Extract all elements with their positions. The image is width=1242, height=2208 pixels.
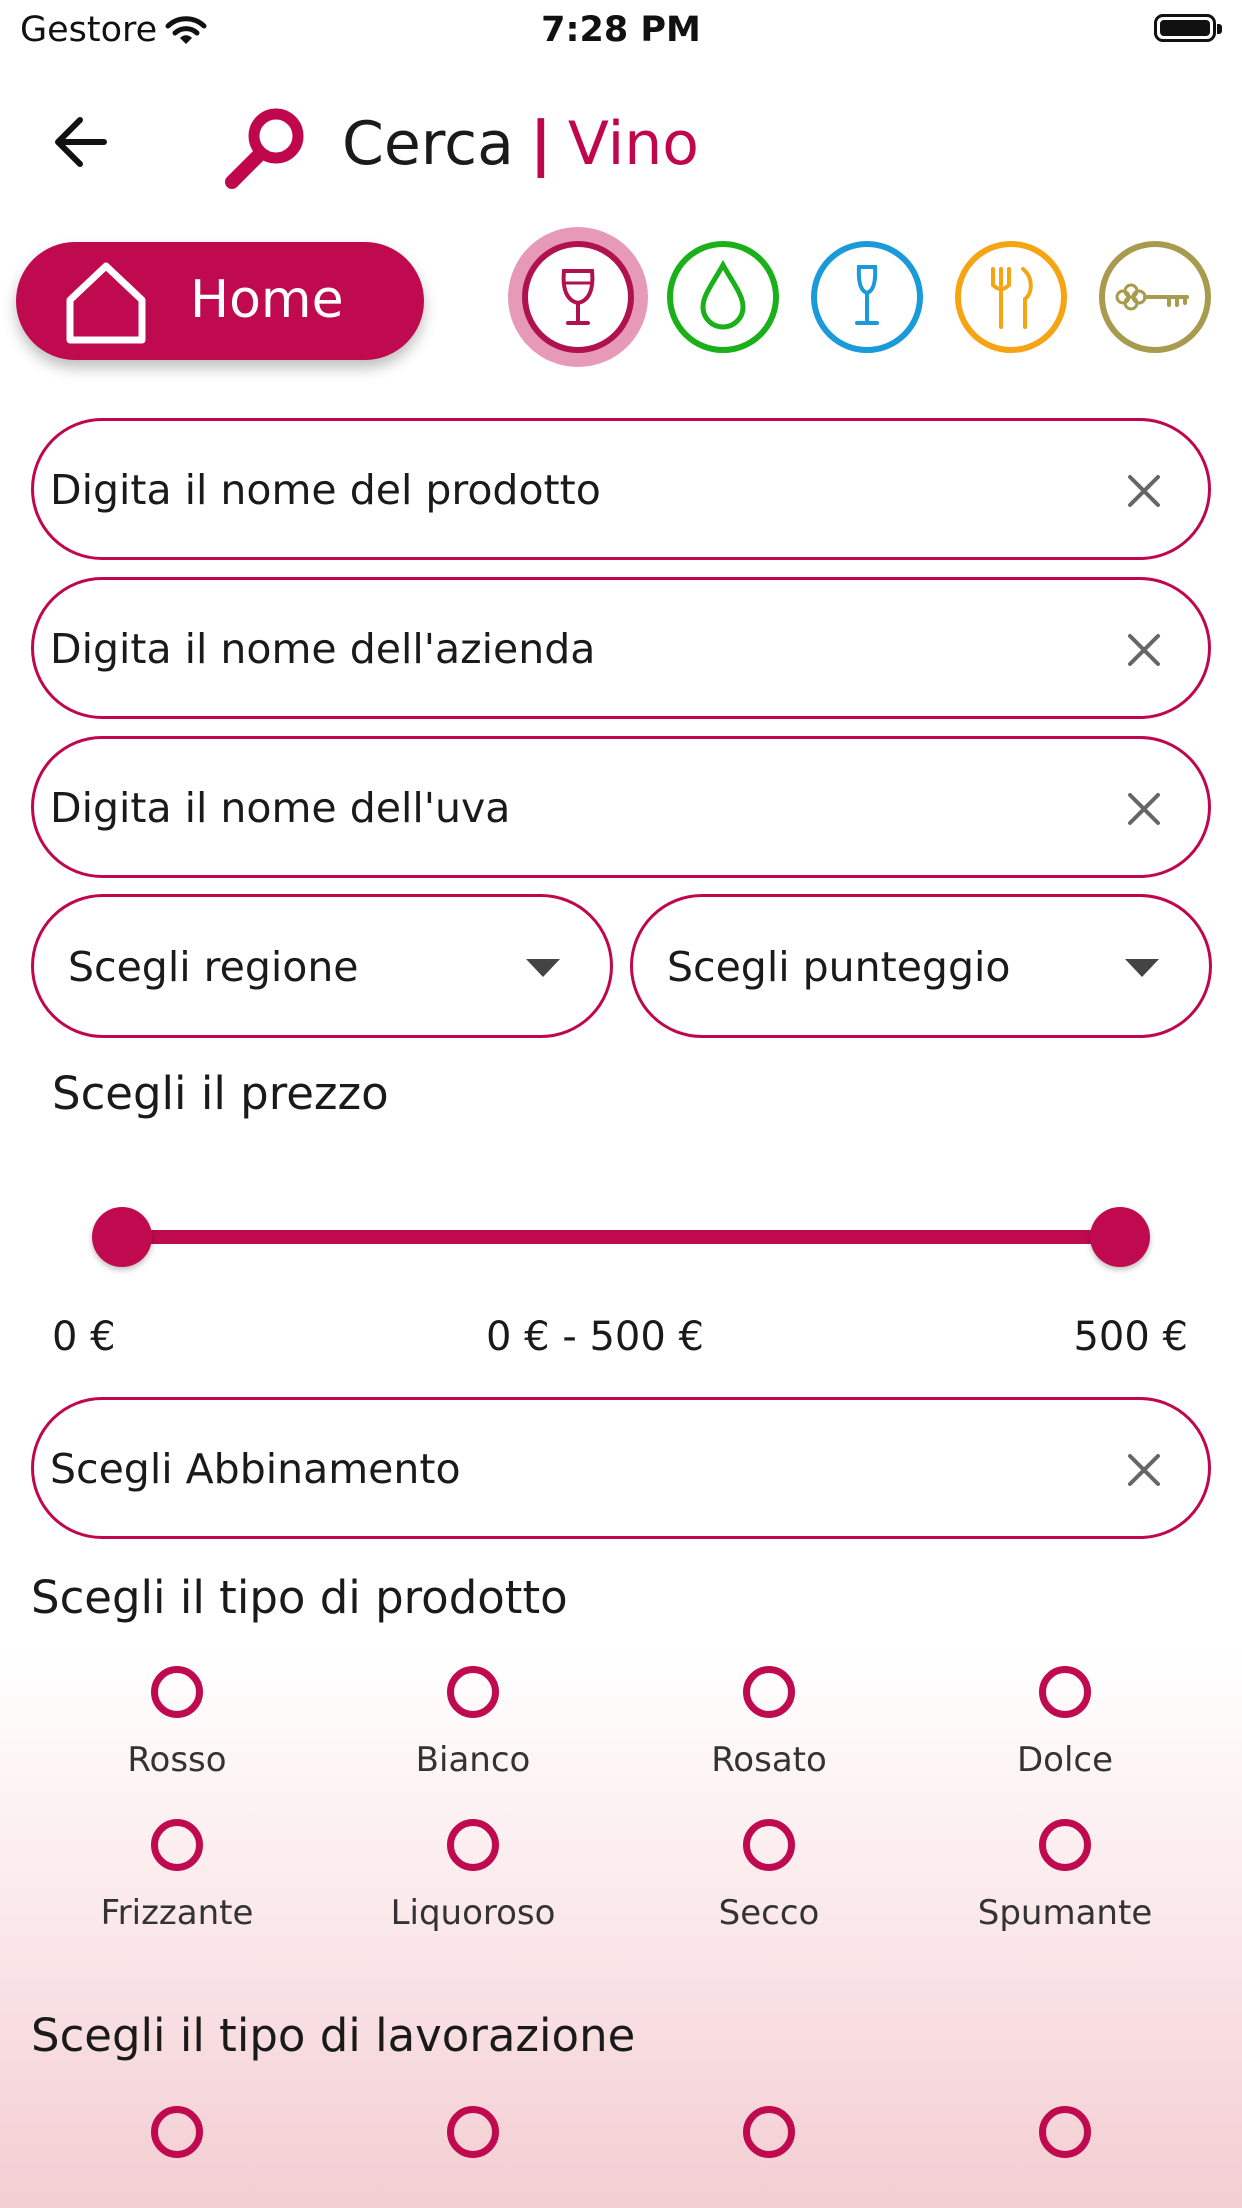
company-name-field[interactable] — [31, 577, 1211, 719]
radio-label: Secco — [718, 1893, 820, 1933]
region-dropdown-label: Scegli regione — [68, 943, 359, 991]
radio-label: Liquoroso — [390, 1893, 556, 1933]
radio-label: Spumante — [977, 1893, 1153, 1933]
price-max-label: 500 € — [1073, 1314, 1188, 1360]
product-type-title: Scegli il tipo di prodotto — [31, 1571, 568, 1624]
close-icon[interactable] — [1124, 630, 1164, 670]
price-title: Scegli il prezzo — [52, 1067, 389, 1120]
status-time: 7:28 PM — [541, 10, 701, 50]
grape-name-input[interactable] — [48, 775, 1052, 841]
spirit-glass-icon — [855, 265, 879, 325]
radio-button[interactable] — [151, 1666, 203, 1718]
radio-label: Dolce — [1016, 1740, 1114, 1780]
price-slider-min-handle[interactable] — [92, 1207, 152, 1267]
pairing-field[interactable] — [31, 1397, 1211, 1539]
product-name-input[interactable] — [48, 457, 1052, 523]
home-label: Home — [190, 270, 344, 330]
radio-label: Rosato — [711, 1740, 827, 1780]
caret-down-icon — [526, 959, 560, 977]
radio-button[interactable] — [151, 1819, 203, 1871]
radio-button[interactable] — [1039, 2106, 1091, 2158]
close-icon[interactable] — [1124, 1450, 1164, 1490]
radio-button[interactable] — [743, 2106, 795, 2158]
battery-icon — [1154, 14, 1222, 42]
grape-name-field[interactable] — [31, 736, 1211, 878]
radio-button[interactable] — [743, 1819, 795, 1871]
close-icon[interactable] — [1124, 789, 1164, 829]
product-type-option[interactable]: Liquoroso — [325, 1819, 621, 1935]
radio-button[interactable] — [743, 1666, 795, 1718]
radio-button[interactable] — [447, 1819, 499, 1871]
price-range-label: 0 € - 500 € — [486, 1314, 704, 1360]
product-type-option[interactable]: Secco — [621, 1819, 917, 1935]
price-slider-max-handle[interactable] — [1090, 1207, 1150, 1267]
fork-knife-icon — [991, 267, 1033, 329]
page-title: Cerca | Vino — [342, 109, 699, 179]
category-spirit[interactable] — [811, 241, 923, 353]
water-drop-icon — [700, 259, 746, 330]
radio-button[interactable] — [151, 2106, 203, 2158]
radio-label: Frizzante — [100, 1893, 254, 1933]
processing-type-option[interactable] — [325, 2106, 621, 2158]
search-icon — [225, 108, 304, 189]
product-name-field[interactable] — [31, 418, 1211, 560]
pairing-input[interactable] — [48, 1436, 1052, 1502]
category-food[interactable] — [955, 241, 1067, 353]
key-icon — [1115, 283, 1189, 311]
processing-type-option[interactable] — [29, 2106, 325, 2158]
company-name-input[interactable] — [48, 616, 1052, 682]
product-type-option[interactable]: Rosato — [621, 1666, 917, 1782]
product-type-option[interactable]: Dolce — [917, 1666, 1213, 1782]
category-key[interactable] — [1099, 241, 1211, 353]
wine-glass-icon — [561, 269, 595, 325]
category-wine[interactable] — [522, 241, 634, 353]
radio-label: Bianco — [415, 1740, 531, 1780]
back-arrow-icon[interactable] — [52, 112, 112, 172]
price-slider-track[interactable] — [122, 1230, 1120, 1244]
house-icon — [66, 262, 146, 344]
category-water[interactable] — [667, 241, 779, 353]
score-dropdown[interactable]: Scegli punteggio — [630, 894, 1212, 1038]
product-type-option[interactable]: Bianco — [325, 1666, 621, 1782]
radio-label: Rosso — [127, 1740, 227, 1780]
radio-button[interactable] — [1039, 1819, 1091, 1871]
processing-type-option[interactable] — [917, 2106, 1213, 2158]
radio-button[interactable] — [447, 2106, 499, 2158]
product-type-option[interactable]: Rosso — [29, 1666, 325, 1782]
region-dropdown[interactable]: Scegli regione — [31, 894, 613, 1038]
page-subtitle: Vino — [567, 109, 699, 179]
processing-type-option[interactable] — [621, 2106, 917, 2158]
close-icon[interactable] — [1124, 471, 1164, 511]
home-button[interactable]: Home — [16, 242, 424, 360]
product-type-option[interactable]: Spumante — [917, 1819, 1213, 1935]
caret-down-icon — [1125, 959, 1159, 977]
score-dropdown-label: Scegli punteggio — [667, 943, 1011, 991]
radio-button[interactable] — [1039, 1666, 1091, 1718]
radio-button[interactable] — [447, 1666, 499, 1718]
processing-type-title: Scegli il tipo di lavorazione — [31, 2009, 636, 2062]
product-type-option[interactable]: Frizzante — [29, 1819, 325, 1935]
